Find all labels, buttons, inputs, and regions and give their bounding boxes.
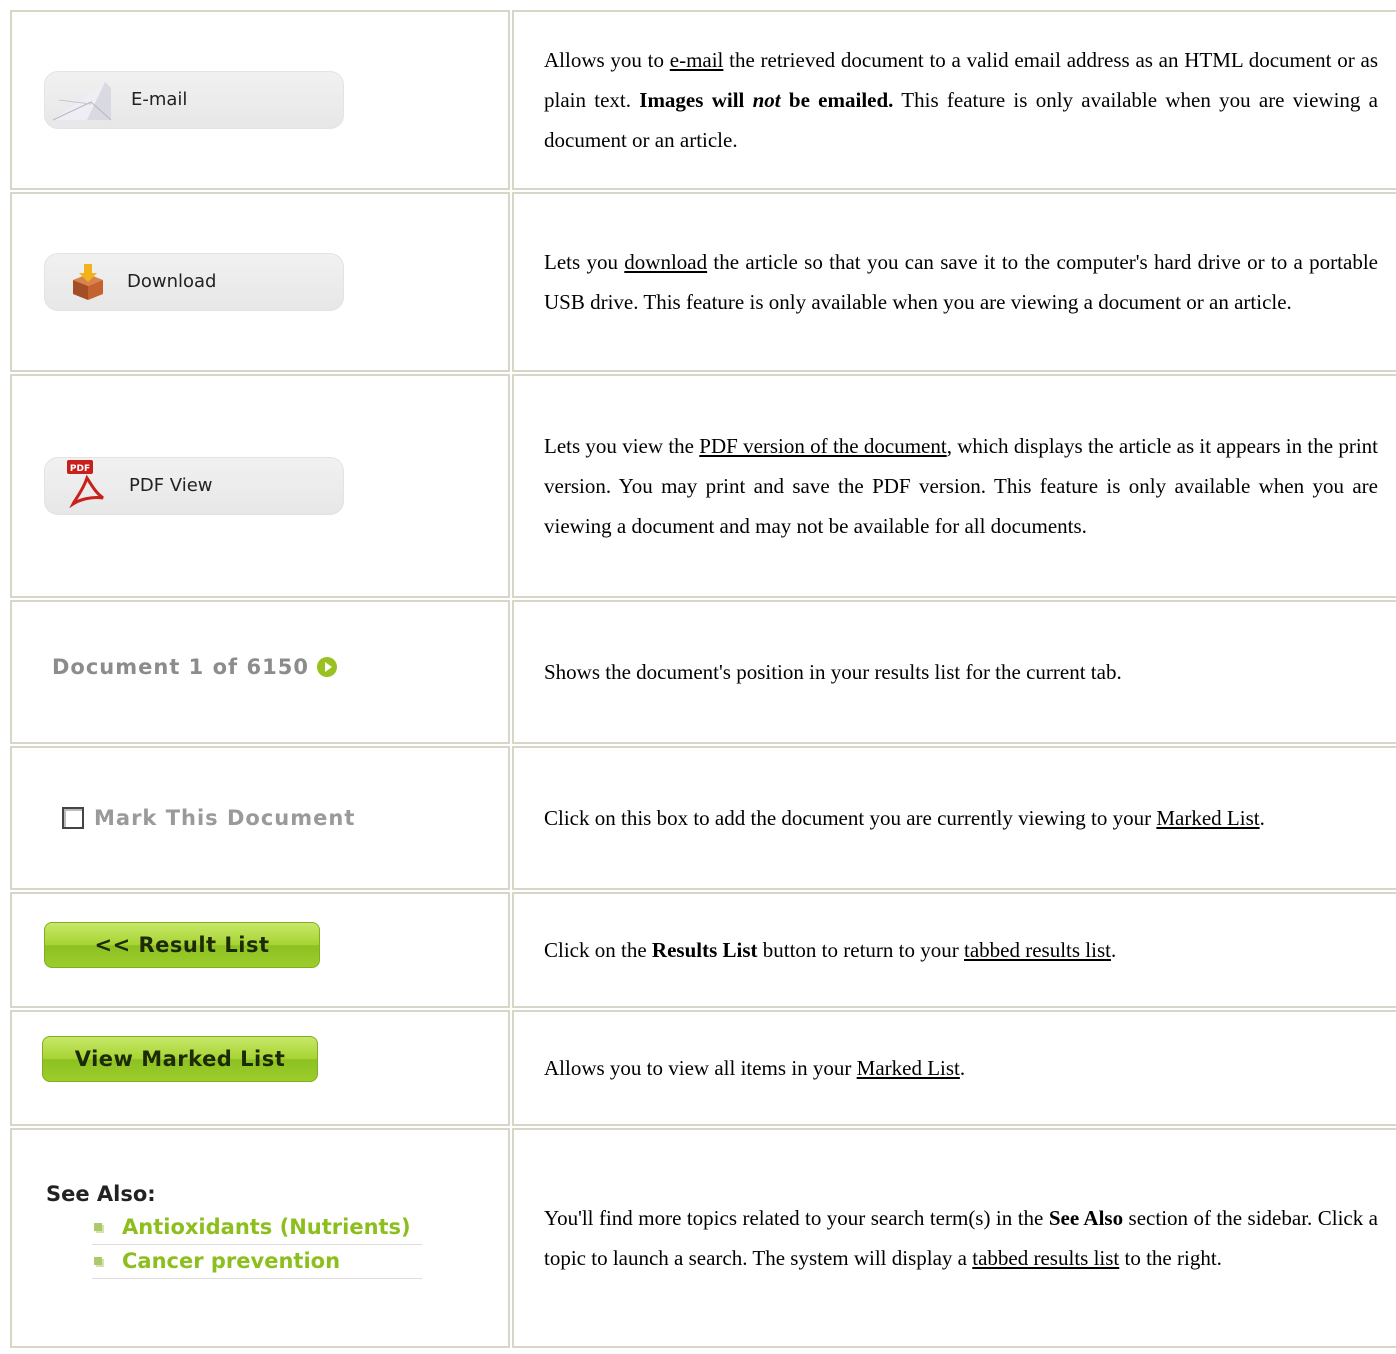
mark-document-checkbox[interactable] bbox=[62, 807, 84, 829]
marked-list-link[interactable]: Marked List bbox=[857, 1056, 960, 1080]
feature-cell: E-mail bbox=[10, 10, 510, 190]
feature-description: Lets you download the article so that yo… bbox=[512, 192, 1396, 372]
see-also-panel: See Also: Antioxidants (Nutrients) Cance… bbox=[44, 1182, 508, 1279]
feature-description: You'll find more topics related to your … bbox=[512, 1128, 1396, 1348]
feature-description: Click on the Results List button to retu… bbox=[512, 892, 1396, 1008]
mark-document-widget[interactable]: Mark This Document bbox=[44, 806, 508, 830]
email-button[interactable]: E-mail bbox=[44, 71, 344, 129]
see-also-heading: See Also: bbox=[46, 1182, 156, 1206]
table-row: Mark This Document Click on this box to … bbox=[10, 746, 1396, 890]
envelope-icon bbox=[51, 80, 113, 127]
feature-description: Allows you to e-mail the retrieved docum… bbox=[512, 10, 1396, 190]
tabbed-results-link[interactable]: tabbed results list bbox=[972, 1246, 1119, 1270]
feature-cell: Document 1 of 6150 bbox=[10, 600, 510, 744]
pdf-view-button-label: PDF View bbox=[129, 475, 213, 496]
pdf-version-link[interactable]: PDF version of the document bbox=[699, 434, 946, 458]
feature-cell: PDF PDF View bbox=[10, 374, 510, 598]
download-link[interactable]: download bbox=[624, 250, 707, 274]
table-row: E-mail Allows you to e-mail the retrieve… bbox=[10, 10, 1396, 190]
table-row: Document 1 of 6150 Shows the document's … bbox=[10, 600, 1396, 744]
tabbed-results-link[interactable]: tabbed results list bbox=[964, 938, 1111, 962]
feature-description: Click on this box to add the document yo… bbox=[512, 746, 1396, 890]
pdf-view-button[interactable]: PDF PDF View bbox=[44, 457, 344, 515]
view-marked-list-button[interactable]: View Marked List bbox=[42, 1036, 318, 1082]
feature-cell: View Marked List bbox=[10, 1010, 510, 1126]
result-list-button[interactable]: << Result List bbox=[44, 922, 320, 968]
feature-cell: See Also: Antioxidants (Nutrients) Cance… bbox=[10, 1128, 510, 1348]
feature-cell: Mark This Document bbox=[10, 746, 510, 890]
feature-cell: Download bbox=[10, 192, 510, 372]
download-box-icon bbox=[69, 264, 107, 307]
table-row: View Marked List Allows you to view all … bbox=[10, 1010, 1396, 1126]
feature-cell: << Result List bbox=[10, 892, 510, 1008]
download-button-label: Download bbox=[127, 271, 217, 292]
see-also-item[interactable]: Cancer prevention bbox=[92, 1248, 422, 1279]
download-button[interactable]: Download bbox=[44, 253, 344, 311]
help-table: E-mail Allows you to e-mail the retrieve… bbox=[8, 8, 1396, 1350]
next-arrow-icon[interactable] bbox=[316, 657, 337, 677]
marked-list-link[interactable]: Marked List bbox=[1156, 806, 1259, 830]
feature-description: Shows the document's position in your re… bbox=[512, 600, 1396, 744]
table-row: See Also: Antioxidants (Nutrients) Cance… bbox=[10, 1128, 1396, 1348]
see-also-item[interactable]: Antioxidants (Nutrients) bbox=[92, 1214, 422, 1245]
pdf-icon: PDF bbox=[67, 460, 111, 513]
table-row: Download Lets you download the article s… bbox=[10, 192, 1396, 372]
feature-description: Lets you view the PDF version of the doc… bbox=[512, 374, 1396, 598]
feature-description: Allows you to view all items in your Mar… bbox=[512, 1010, 1396, 1126]
email-button-label: E-mail bbox=[131, 89, 188, 110]
table-row: << Result List Click on the Results List… bbox=[10, 892, 1396, 1008]
mark-document-label: Mark This Document bbox=[94, 806, 356, 830]
document-position: Document 1 of 6150 bbox=[12, 655, 508, 679]
document-position-label: Document 1 of 6150 bbox=[52, 655, 309, 679]
email-link[interactable]: e-mail bbox=[670, 48, 724, 72]
svg-text:PDF: PDF bbox=[70, 464, 90, 474]
table-row: PDF PDF View Lets you view the PDF versi… bbox=[10, 374, 1396, 598]
